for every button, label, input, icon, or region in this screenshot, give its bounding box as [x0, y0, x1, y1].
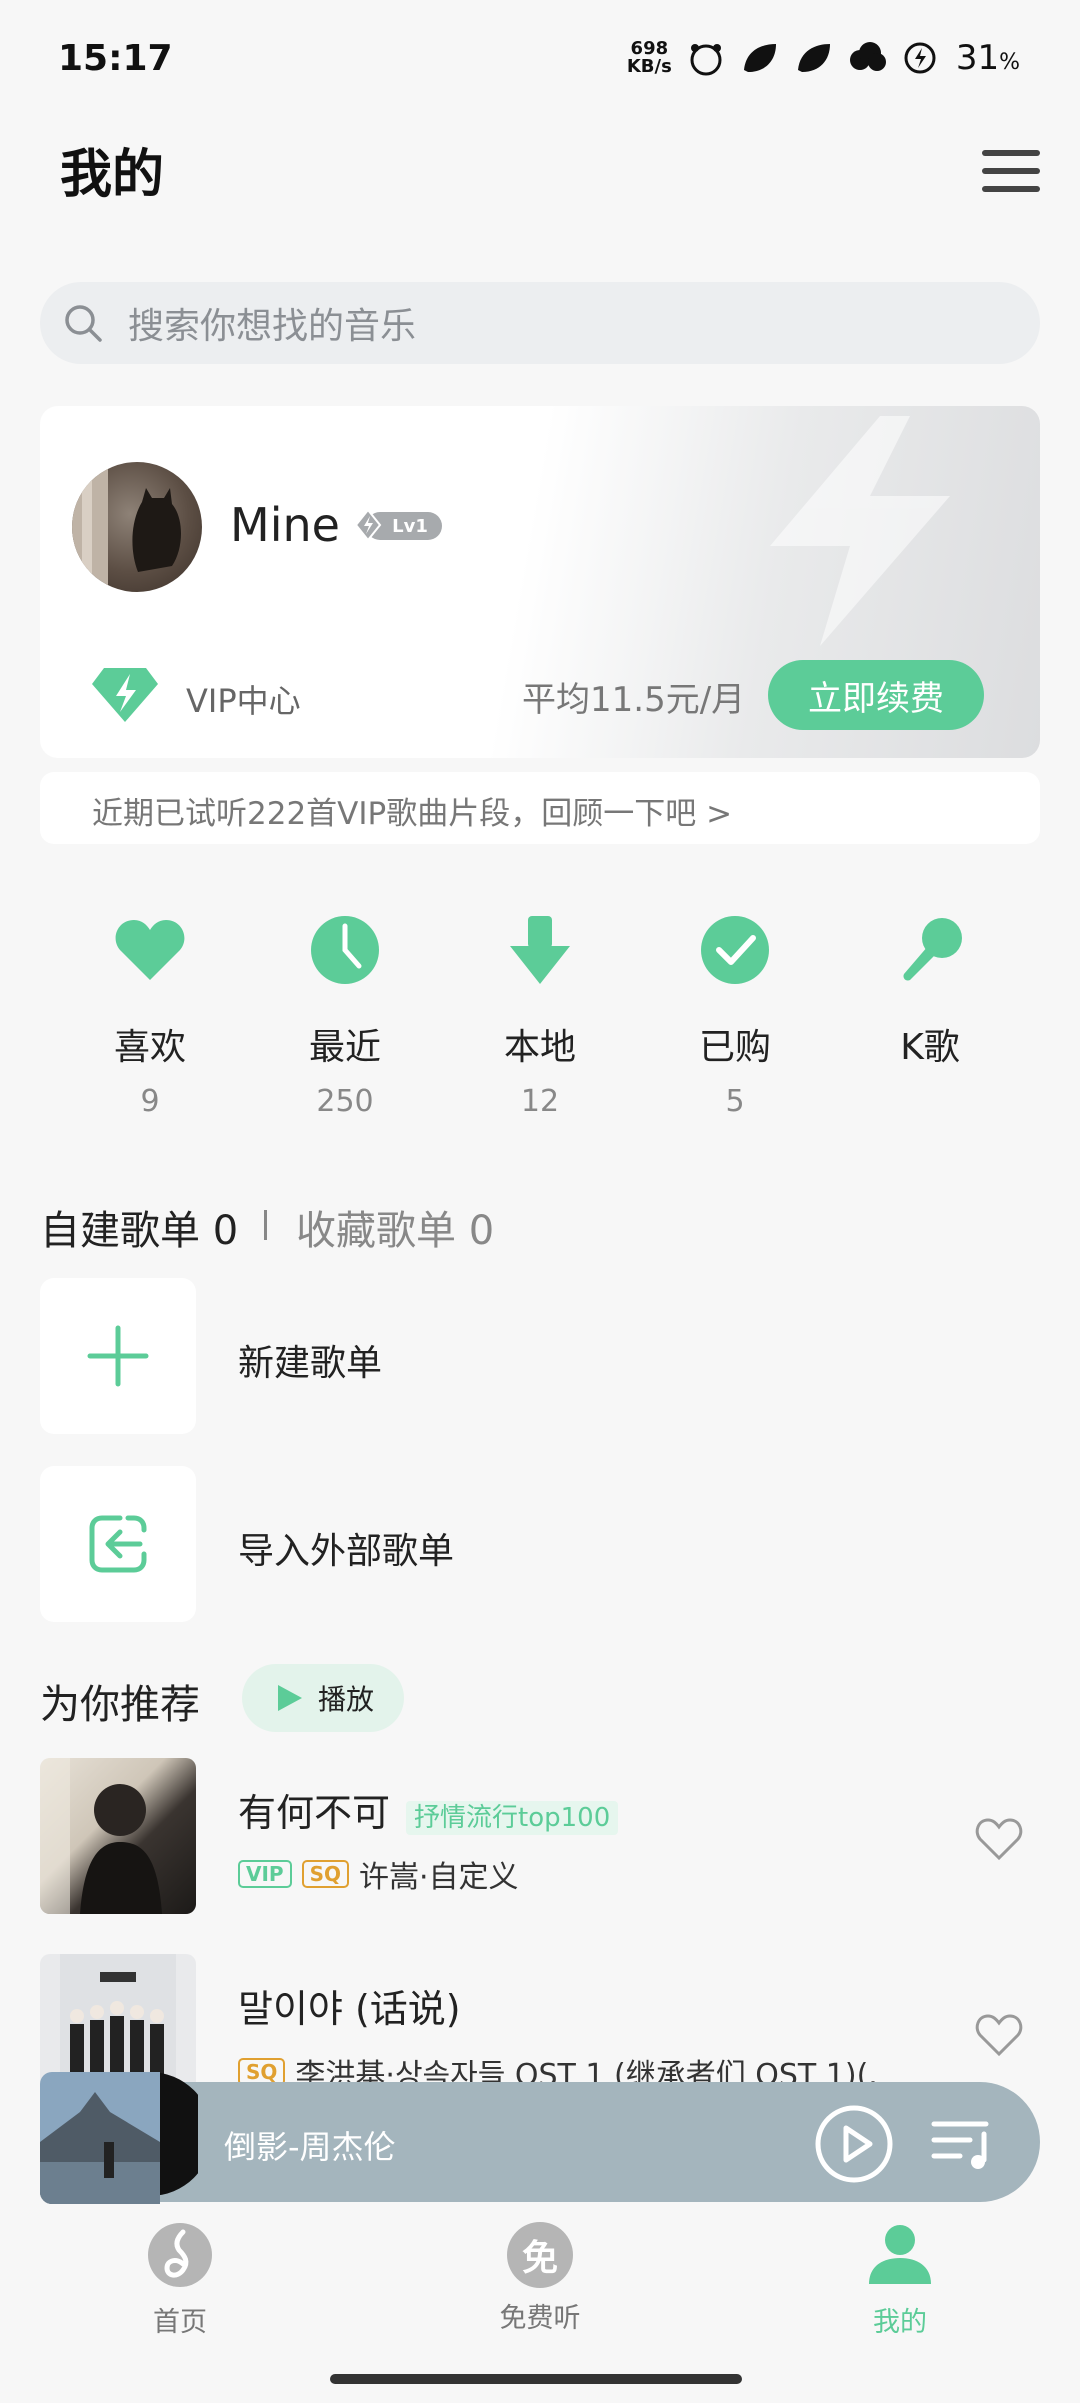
quick-karaoke[interactable]: K歌 — [860, 912, 1000, 1084]
plus-icon — [87, 1325, 149, 1387]
home-music-icon — [148, 2223, 212, 2287]
song-cover-image — [40, 1758, 162, 1914]
level-text: Lv1 — [392, 516, 428, 537]
vip-center-link[interactable]: VIP中心 — [186, 676, 301, 722]
clock-icon — [311, 916, 379, 984]
recommend-play-button[interactable]: 播放 — [242, 1664, 404, 1732]
cloud-notification-icon — [849, 42, 886, 71]
pig-notification-icon — [690, 44, 722, 76]
quick-local[interactable]: 本地 12 — [470, 912, 610, 1119]
play-icon — [278, 1685, 302, 1711]
vip-diamond-icon — [92, 668, 158, 722]
song-artist: 许嵩·自定义 — [358, 1860, 519, 1895]
quick-karaoke-label: K歌 — [900, 1027, 960, 1068]
sq-badge: SQ — [301, 1860, 349, 1888]
avatar[interactable] — [72, 462, 202, 592]
playlist-queue-icon[interactable] — [930, 2116, 994, 2172]
leaf-notification-icon — [743, 44, 776, 72]
leaf-notification-icon-2 — [797, 44, 830, 72]
vip-badge: VIP — [238, 1860, 292, 1888]
nav-home[interactable]: 首页 — [110, 2222, 250, 2339]
song-title[interactable]: 有何不可 抒情流行top100 — [238, 1782, 619, 1837]
recommend-title: 为你推荐 — [40, 1682, 200, 1728]
page-title: 我的 — [60, 145, 165, 205]
quick-purchased[interactable]: 已购 5 — [665, 912, 805, 1119]
quick-recent[interactable]: 最近 250 — [275, 912, 415, 1119]
nav-home-label: 首页 — [153, 2307, 207, 2338]
heart-outline-icon-2[interactable] — [974, 2012, 1024, 2058]
avatar-cat-image — [72, 462, 181, 592]
download-icon — [510, 916, 570, 984]
nav-free-listen-label: 免费听 — [499, 2303, 581, 2334]
vip-trial-text: 近期已试听222首VIP歌曲片段，回顾一下吧 > — [92, 796, 733, 832]
check-icon — [701, 916, 769, 984]
recommend-play-label: 播放 — [318, 1683, 375, 1716]
mini-player-cover-image — [40, 2072, 198, 2204]
free-listen-icon: 免 — [507, 2222, 573, 2288]
vip-price: 平均11.5元/月 — [522, 680, 746, 720]
quick-recent-count: 250 — [316, 1084, 374, 1119]
mini-player-track[interactable]: 倒影-周杰伦 — [224, 2122, 396, 2168]
import-icon — [89, 1515, 147, 1573]
quick-local-label: 本地 — [503, 1027, 576, 1068]
search-placeholder: 搜索你想找的音乐 — [128, 306, 417, 347]
net-speed: 698 KB/s — [627, 40, 672, 76]
song-title-2[interactable]: 말이야 (话说) — [238, 1978, 461, 2033]
quick-local-count: 12 — [520, 1084, 560, 1119]
search-input[interactable]: 搜索你想找的音乐 — [40, 282, 1040, 364]
song-meta: VIP SQ 许嵩·自定义 — [238, 1852, 519, 1896]
net-speed-unit: KB/s — [626, 56, 672, 77]
new-playlist-label[interactable]: 新建歌单 — [238, 1334, 382, 1386]
heart-outline-icon[interactable] — [974, 1816, 1024, 1862]
level-badge: Lv1 — [354, 508, 442, 542]
nav-free-listen[interactable]: 免 免费听 — [470, 2222, 610, 2335]
heart-icon — [115, 920, 185, 980]
quick-recent-label: 最近 — [308, 1027, 381, 1068]
quick-purchased-count: 5 — [725, 1084, 745, 1119]
song-cover[interactable] — [40, 1758, 196, 1914]
status-time: 15:17 — [58, 38, 173, 79]
new-playlist-button[interactable] — [40, 1278, 196, 1434]
quick-like-count: 9 — [140, 1084, 160, 1119]
song-tag: 抒情流行top100 — [406, 1801, 619, 1835]
battery-saver-icon — [904, 42, 936, 74]
quick-like[interactable]: 喜欢 9 — [80, 912, 220, 1119]
song-title-text: 有何不可 — [238, 1791, 391, 1835]
mini-player-cover[interactable] — [40, 2072, 198, 2204]
import-playlist-label[interactable]: 导入外部歌单 — [238, 1522, 454, 1574]
battery-unit: % — [999, 50, 1020, 75]
tab-favorite-playlists[interactable]: 收藏歌单 0 — [296, 1198, 494, 1256]
tab-own-playlists[interactable]: 自建歌单 0 — [40, 1198, 238, 1256]
profile-card[interactable]: Mine Lv1 VIP中心 平均11.5元/月 立即续费 — [40, 406, 1040, 758]
bolt-watermark-icon — [770, 416, 950, 646]
battery-value: 31 — [955, 38, 1000, 78]
quick-like-label: 喜欢 — [113, 1027, 186, 1068]
battery-level: 31% — [956, 38, 1020, 78]
nav-profile[interactable]: 我的 — [830, 2222, 970, 2339]
tab-divider — [264, 1210, 267, 1240]
home-indicator[interactable] — [330, 2374, 742, 2384]
vip-trial-notice[interactable]: 近期已试听222首VIP歌曲片段，回顾一下吧 > — [40, 772, 1040, 844]
renew-button[interactable]: 立即续费 — [768, 660, 984, 730]
play-circle-icon[interactable] — [814, 2104, 894, 2184]
status-icons: 698 KB/s 31% — [627, 38, 1020, 78]
import-playlist-button[interactable] — [40, 1466, 196, 1622]
profile-icon — [869, 2225, 931, 2284]
quick-purchased-label: 已购 — [698, 1027, 771, 1068]
search-icon — [65, 305, 102, 342]
microphone-icon — [903, 918, 962, 981]
nav-profile-label: 我的 — [873, 2307, 927, 2338]
menu-icon[interactable] — [982, 150, 1040, 200]
username: Mine — [230, 498, 340, 552]
